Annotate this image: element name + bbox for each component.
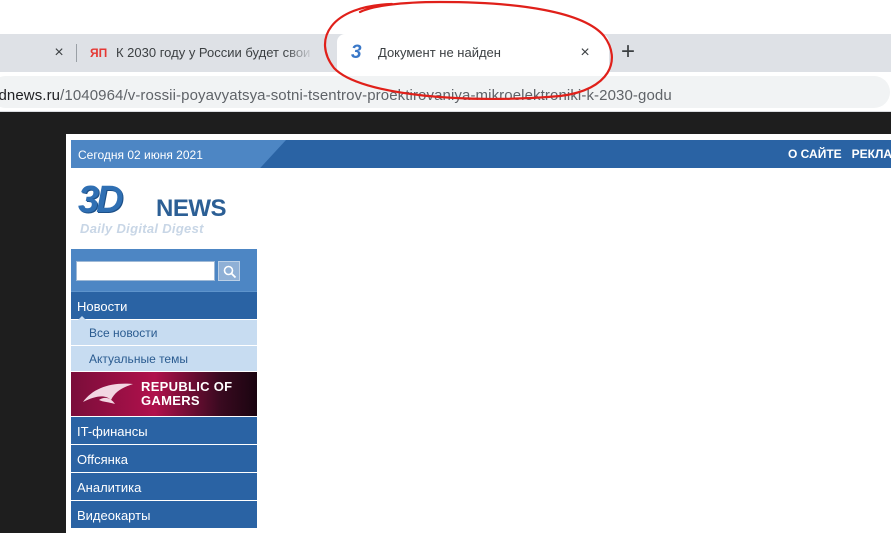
address-bar: 3dnews.ru/1040964/v-rossii-poyavyatsya-s… [0, 72, 891, 112]
nav-subitem-topics[interactable]: Актуальные темы [71, 345, 257, 371]
site-page: Сегодня 02 июня 2021 О САЙТЕ РЕКЛАМ 3D NE… [66, 134, 891, 533]
logo-3d: 3D [78, 179, 124, 221]
nav-subitem-all-news[interactable]: Все новости [71, 319, 257, 345]
close-icon[interactable]: × [51, 45, 67, 61]
window-top-area [0, 0, 891, 34]
search-box [71, 249, 257, 291]
search-input[interactable] [76, 261, 215, 281]
omnibox[interactable]: 3dnews.ru/1040964/v-rossii-poyavyatsya-s… [0, 76, 890, 108]
header-links: О САЙТЕ РЕКЛАМ [788, 147, 891, 161]
current-date: Сегодня 02 июня 2021 [78, 148, 203, 162]
nav-item-it-finance[interactable]: IT-финансы [71, 416, 257, 444]
site-header: Сегодня 02 июня 2021 О САЙТЕ РЕКЛАМ [71, 140, 891, 168]
search-icon [223, 265, 237, 279]
rog-eye-icon [83, 383, 133, 404]
nav-item-videocards[interactable]: Видеокарты [71, 500, 257, 528]
tab-previous[interactable]: × [0, 34, 75, 72]
nav-section-label: Новости [77, 299, 128, 314]
tab-strip: × ЯП К 2030 году у России будет свои сот… [0, 34, 891, 72]
new-tab-button[interactable]: + [616, 40, 640, 65]
logo-tagline: Daily Digital Digest [80, 221, 204, 236]
page-viewport: Сегодня 02 июня 2021 О САЙТЕ РЕКЛАМ 3D NE… [0, 112, 891, 533]
url-host: 3dnews.ru [0, 87, 61, 104]
nav-item-analytics[interactable]: Аналитика [71, 472, 257, 500]
3dnews-favicon-icon: 3 [351, 42, 362, 63]
url-text[interactable]: 3dnews.ru/1040964/v-rossii-poyavyatsya-s… [0, 87, 672, 104]
search-button[interactable] [218, 261, 240, 281]
tab-active[interactable]: 3 Документ не найден × [337, 34, 609, 72]
sidebar: Новости Все новости Актуальные темы REPU… [71, 249, 257, 528]
close-icon[interactable]: × [577, 45, 593, 61]
banner-text: REPUBLIC OF GAMERS [141, 379, 233, 408]
tab-title: К 2030 году у России будет свои сотни це… [116, 45, 314, 60]
nav-item-offsyanka[interactable]: Offсянка [71, 444, 257, 472]
url-path: /1040964/v-rossii-poyavyatsya-sotni-tsen… [60, 87, 672, 104]
caret-up-icon [78, 316, 86, 320]
tab-article[interactable]: ЯП К 2030 году у России будет свои сотни… [82, 34, 332, 72]
nav-section-news[interactable]: Новости [71, 291, 257, 320]
tab-title: Документ не найден [378, 45, 501, 60]
header-link-about[interactable]: О САЙТЕ [788, 147, 842, 161]
yandex-favicon-icon: ЯП [90, 46, 108, 60]
site-logo[interactable]: 3D NEWS Daily Digital Digest [78, 180, 258, 240]
tab-separator [76, 44, 77, 62]
rog-banner[interactable]: REPUBLIC OF GAMERS [71, 371, 257, 416]
header-link-ads[interactable]: РЕКЛАМ [852, 147, 891, 161]
logo-news: NEWS [156, 195, 227, 222]
